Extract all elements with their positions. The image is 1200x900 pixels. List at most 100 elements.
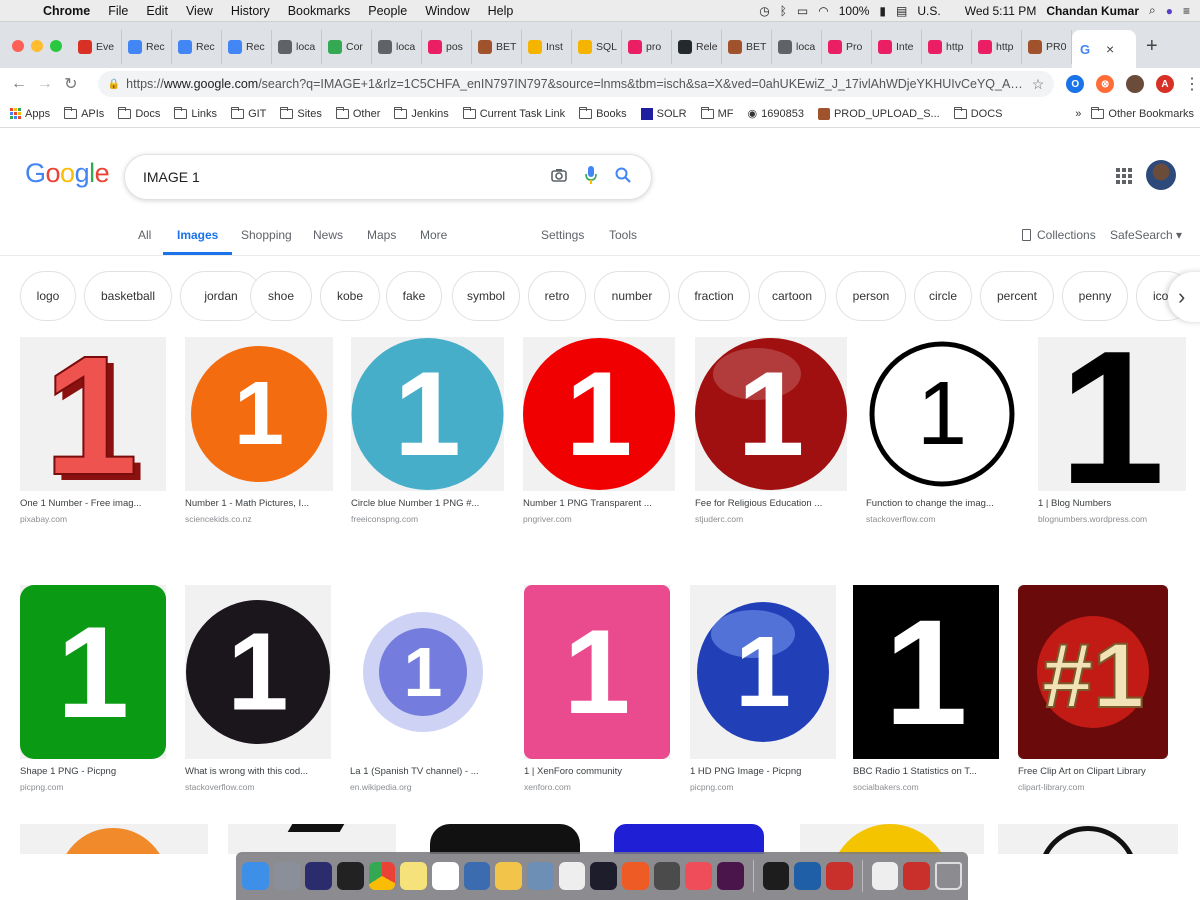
image-result[interactable]: 1 La 1 (Spanish TV channel) - ... en.wikip…: [350, 585, 496, 792]
notification-center-icon[interactable]: ≡: [1183, 4, 1190, 18]
tab-settings[interactable]: Settings: [541, 228, 584, 242]
image-result[interactable]: 1 Shape 1 PNG - Picpng picpng.com: [20, 585, 166, 792]
chip-kobe[interactable]: kobe: [320, 271, 380, 321]
bookmark-item[interactable]: Other: [335, 106, 380, 120]
file-icon[interactable]: [558, 862, 586, 890]
lock-icon[interactable]: 🔒: [108, 79, 120, 90]
search-icon[interactable]: [607, 167, 639, 188]
battery-icon[interactable]: ▮: [879, 4, 886, 18]
chip-circle[interactable]: circle: [914, 271, 972, 321]
address-bar[interactable]: 🔒 https://www.google.com/search?q=IMAGE+…: [97, 71, 1055, 97]
chip-retro[interactable]: retro: [528, 271, 586, 321]
chip-person[interactable]: person: [836, 271, 906, 321]
browser-tab[interactable]: pro: [622, 30, 672, 64]
new-tab-button[interactable]: +: [1136, 35, 1170, 68]
battery-percent[interactable]: 100%: [839, 4, 870, 18]
browser-tab[interactable]: Eve: [72, 30, 122, 64]
bookmark-item[interactable]: SOLR: [640, 107, 687, 120]
collections-button[interactable]: Collections: [1022, 228, 1096, 242]
partial-result[interactable]: [228, 824, 396, 854]
close-window-icon[interactable]: [12, 40, 24, 52]
browser-tab[interactable]: Rec: [172, 30, 222, 64]
browser-tab[interactable]: SQL: [572, 30, 622, 64]
clock[interactable]: Wed 5:11 PM: [965, 4, 1037, 18]
result-source[interactable]: pngriver.com: [523, 514, 675, 524]
bookmark-item[interactable]: Docs: [118, 106, 160, 120]
result-source[interactable]: pixabay.com: [20, 514, 166, 524]
menu-app-name[interactable]: Chrome: [34, 4, 99, 18]
image-result[interactable]: 1 Number 1 - Math Pictures, I... scienceki…: [185, 337, 333, 524]
bookmark-item[interactable]: APIs: [64, 106, 104, 120]
sublime-icon[interactable]: [653, 862, 681, 890]
chip-penny[interactable]: penny: [1062, 271, 1128, 321]
menu-history[interactable]: History: [222, 4, 279, 18]
browser-tab[interactable]: pos: [422, 30, 472, 64]
chip-fake[interactable]: fake: [386, 271, 442, 321]
result-thumbnail[interactable]: 1: [853, 585, 999, 759]
postman-icon[interactable]: [622, 862, 649, 890]
result-source[interactable]: xenforo.com: [524, 782, 670, 792]
chip-symbol[interactable]: symbol: [452, 271, 520, 321]
result-source[interactable]: stackoverflow.com: [866, 514, 1018, 524]
document-icon[interactable]: [871, 862, 899, 890]
result-thumbnail[interactable]: 1: [523, 337, 675, 491]
safesearch-button[interactable]: SafeSearch ▾: [1110, 228, 1182, 242]
menu-window[interactable]: Window: [416, 4, 478, 18]
menu-bookmarks[interactable]: Bookmarks: [279, 4, 360, 18]
chip-percent[interactable]: percent: [980, 271, 1054, 321]
notes-icon[interactable]: [400, 862, 428, 890]
image-result[interactable]: 1 Function to change the imag... stackover…: [866, 337, 1018, 524]
bookmark-item[interactable]: ◉ 1690853: [748, 107, 804, 121]
tab-all[interactable]: All: [138, 228, 151, 242]
bookmark-item[interactable]: Links: [174, 106, 217, 120]
result-source[interactable]: stackoverflow.com: [185, 782, 331, 792]
browser-tab[interactable]: loca: [372, 30, 422, 64]
result-thumbnail[interactable]: 1: [690, 585, 836, 759]
chrome-icon[interactable]: [368, 862, 396, 890]
result-thumbnail[interactable]: 1: [350, 585, 496, 759]
browser-tab[interactable]: BET: [472, 30, 522, 64]
browser-tab[interactable]: loca: [272, 30, 322, 64]
menu-people[interactable]: People: [359, 4, 416, 18]
zoom-window-icon[interactable]: [50, 40, 62, 52]
browser-tab[interactable]: http: [922, 30, 972, 64]
result-source[interactable]: sciencekids.co.nz: [185, 514, 333, 524]
bookmark-item[interactable]: Books: [579, 106, 627, 120]
image-result[interactable]: 1 1 | Blog Numbers blognumbers.wordpress.c…: [1038, 337, 1186, 524]
url-text[interactable]: https://www.google.com/search?q=IMAGE+1&…: [126, 77, 1026, 91]
input-source[interactable]: U.S.: [917, 4, 940, 18]
browser-tab[interactable]: Inte: [872, 30, 922, 64]
result-title[interactable]: Circle blue Number 1 PNG #...: [351, 498, 504, 509]
result-source[interactable]: picpng.com: [690, 782, 836, 792]
result-source[interactable]: freeiconspng.com: [351, 514, 504, 524]
result-thumbnail[interactable]: 1: [20, 585, 166, 759]
chip-basketball[interactable]: basketball: [84, 271, 172, 321]
cyberduck-icon[interactable]: [495, 862, 523, 890]
result-title[interactable]: Function to change the imag...: [866, 498, 1018, 509]
microphone-icon[interactable]: [575, 165, 607, 189]
browser-tab[interactable]: loca: [772, 30, 822, 64]
image-result[interactable]: 1 1 One 1 Number - Free imag... pixabay.com: [20, 337, 166, 524]
tab-tools[interactable]: Tools: [609, 228, 637, 242]
chip-cartoon[interactable]: cartoon: [758, 271, 826, 321]
chip-logo[interactable]: logo: [20, 271, 76, 321]
partial-result[interactable]: [20, 824, 208, 854]
tab-shopping[interactable]: Shopping: [241, 228, 292, 242]
result-title[interactable]: One 1 Number - Free imag...: [20, 498, 166, 509]
wifi-icon[interactable]: ◠: [818, 4, 828, 18]
bookmark-other[interactable]: Other Bookmarks: [1091, 106, 1194, 120]
bookmark-item[interactable]: GIT: [231, 106, 266, 120]
minimize-window-icon[interactable]: [31, 40, 43, 52]
image-result[interactable]: 1 1 HD PNG Image - Picpng picpng.com: [690, 585, 836, 792]
chip-number[interactable]: number: [594, 271, 670, 321]
search-box[interactable]: IMAGE 1: [124, 154, 652, 200]
result-title[interactable]: La 1 (Spanish TV channel) - ...: [350, 766, 496, 777]
browser-tab[interactable]: PR0: [1022, 30, 1072, 64]
result-title[interactable]: BBC Radio 1 Statistics on T...: [853, 766, 999, 777]
image-result[interactable]: 1 Number 1 PNG Transparent ... pngriver.co…: [523, 337, 675, 524]
extension-postman-icon[interactable]: ⊗: [1096, 75, 1115, 93]
result-source[interactable]: stjuderc.com: [695, 514, 847, 524]
bookmark-item[interactable]: Jenkins: [394, 106, 449, 120]
virtualbox-icon[interactable]: [794, 862, 822, 890]
result-title[interactable]: Shape 1 PNG - Picpng: [20, 766, 166, 777]
